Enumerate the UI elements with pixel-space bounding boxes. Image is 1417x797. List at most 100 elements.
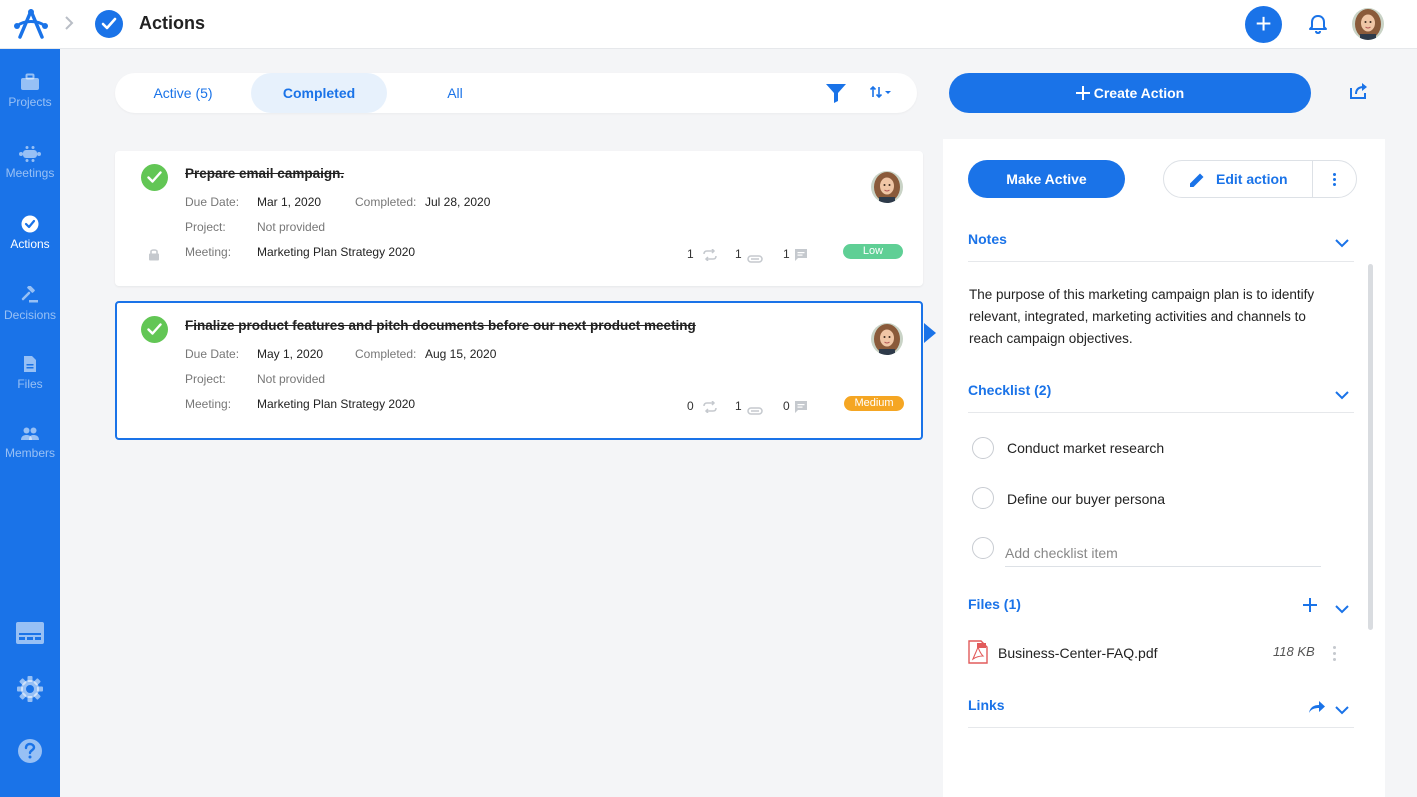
tab-all[interactable]: All <box>387 73 523 113</box>
plus-icon <box>1075 86 1090 100</box>
due-date-value: Mar 1, 2020 <box>257 195 322 209</box>
check-circle-icon <box>21 215 39 233</box>
edit-action-label: Edit action <box>1216 171 1288 187</box>
meeting-value[interactable]: Marketing Plan Strategy 2020 <box>257 245 415 259</box>
actions-check-icon <box>95 10 123 38</box>
files-section-title[interactable]: Files (1) <box>968 596 1021 612</box>
file-icon <box>24 356 36 372</box>
repeat-icon <box>702 248 718 266</box>
sidebar-item-meetings[interactable]: Meetings <box>0 146 60 208</box>
sidebar-item-members[interactable]: Members <box>0 426 60 488</box>
notifications-bell-icon[interactable] <box>1307 13 1329 40</box>
due-date-label: Due Date: <box>185 347 240 361</box>
help-question-icon[interactable] <box>15 736 45 766</box>
settings-gear-icon[interactable] <box>15 674 45 704</box>
assignee-avatar[interactable] <box>871 323 903 355</box>
app-logo-icon[interactable] <box>14 8 48 40</box>
panel-scrollbar[interactable] <box>1368 264 1373 630</box>
files-chevron-down-icon[interactable] <box>1335 601 1349 619</box>
checklist-checkbox[interactable] <box>972 437 994 459</box>
sidebar-item-label: Decisions <box>3 308 57 322</box>
status-tabs: Active (5) Completed All <box>115 73 917 113</box>
action-title[interactable]: Prepare email campaign. <box>185 166 344 181</box>
sidebar-item-label: Files <box>17 377 43 391</box>
paperclip-icon <box>747 402 763 420</box>
comment-icon <box>794 400 808 418</box>
sidebar-item-projects[interactable]: Projects <box>0 73 60 135</box>
edit-action-group: Edit action <box>1163 160 1357 198</box>
add-file-plus-icon[interactable] <box>1302 597 1318 618</box>
file-size: 118 KB <box>1273 644 1315 659</box>
add-new-button[interactable]: + <box>1245 6 1282 43</box>
due-date-value: May 1, 2020 <box>257 347 324 361</box>
attachment-count: 1 <box>735 247 742 261</box>
completed-value: Jul 28, 2020 <box>425 195 491 209</box>
sort-icon[interactable] <box>869 84 893 103</box>
repeat-count: 0 <box>687 399 694 413</box>
checklist-item[interactable]: Define our buyer persona <box>1007 491 1165 507</box>
sidebar: Projects Meetings Actions Decisions File… <box>0 49 60 797</box>
sidebar-item-actions[interactable]: Actions <box>0 215 60 277</box>
share-link-arrow-icon[interactable] <box>1308 700 1326 719</box>
create-action-button[interactable]: Create Action <box>949 73 1311 113</box>
completed-label: Completed: <box>355 195 417 209</box>
create-action-label: Create Action <box>1093 85 1185 101</box>
sidebar-item-decisions[interactable]: Decisions <box>0 286 60 348</box>
pdf-file-icon <box>968 640 988 669</box>
briefcase-icon <box>21 73 39 90</box>
divider <box>968 412 1354 413</box>
meeting-label: Meeting: <box>185 245 232 259</box>
add-checklist-checkbox[interactable] <box>972 537 994 559</box>
sidebar-item-files[interactable]: Files <box>0 355 60 417</box>
due-date-label: Due Date: <box>185 195 240 209</box>
more-options-icon[interactable] <box>1313 161 1357 197</box>
action-detail-panel: Make Active Edit action Notes The purpos… <box>943 139 1385 797</box>
tab-active[interactable]: Active (5) <box>115 73 251 113</box>
meeting-value[interactable]: Marketing Plan Strategy 2020 <box>257 397 415 411</box>
notes-chevron-down-icon[interactable] <box>1335 235 1349 253</box>
attachment-count: 1 <box>735 399 742 413</box>
page-title: Actions <box>139 13 206 33</box>
add-checklist-item-input[interactable] <box>1005 539 1321 567</box>
file-name[interactable]: Business-Center-FAQ.pdf <box>998 645 1158 661</box>
lock-icon <box>148 248 160 266</box>
sidebar-item-label: Meetings <box>5 166 55 180</box>
project-label: Project: <box>185 372 226 386</box>
links-section-title[interactable]: Links <box>968 697 1005 713</box>
assignee-avatar[interactable] <box>871 171 903 203</box>
export-share-icon[interactable] <box>1349 82 1369 105</box>
completed-check-icon[interactable] <box>141 316 168 343</box>
checklist-section-title[interactable]: Checklist (2) <box>968 382 1051 398</box>
tab-completed[interactable]: Completed <box>251 73 387 113</box>
checklist-checkbox[interactable] <box>972 487 994 509</box>
project-label: Project: <box>185 220 226 234</box>
breadcrumb-chevron-icon <box>64 15 74 36</box>
notes-section-title[interactable]: Notes <box>968 231 1007 247</box>
project-value: Not provided <box>257 372 326 386</box>
sidebar-item-label: Members <box>4 446 55 460</box>
completed-value: Aug 15, 2020 <box>425 347 497 361</box>
filter-icon[interactable] <box>825 83 847 108</box>
edit-action-button[interactable]: Edit action <box>1164 161 1312 197</box>
make-active-button[interactable]: Make Active <box>968 160 1125 198</box>
user-avatar[interactable] <box>1352 8 1384 40</box>
checklist-item[interactable]: Conduct market research <box>1007 440 1164 456</box>
action-title[interactable]: Finalize product features and pitch docu… <box>185 318 696 333</box>
sidebar-item-label: Projects <box>8 95 52 109</box>
action-card-selected[interactable]: Finalize product features and pitch docu… <box>115 301 923 440</box>
comment-icon <box>794 248 808 266</box>
meeting-table-icon <box>19 146 41 162</box>
notes-text[interactable]: The purpose of this marketing campaign p… <box>969 284 1339 350</box>
completed-check-icon[interactable] <box>141 164 168 191</box>
dashboard-panel-icon[interactable] <box>15 620 45 650</box>
action-card[interactable]: Prepare email campaign. Due Date: Mar 1,… <box>115 151 923 286</box>
links-chevron-down-icon[interactable] <box>1335 702 1349 720</box>
gavel-icon <box>21 286 38 303</box>
meeting-label: Meeting: <box>185 397 232 411</box>
checklist-chevron-down-icon[interactable] <box>1335 387 1349 405</box>
comment-count: 1 <box>783 247 790 261</box>
pencil-icon <box>1190 173 1204 187</box>
people-icon <box>21 427 39 440</box>
divider <box>968 727 1354 728</box>
file-more-options-icon[interactable] <box>1333 645 1336 662</box>
